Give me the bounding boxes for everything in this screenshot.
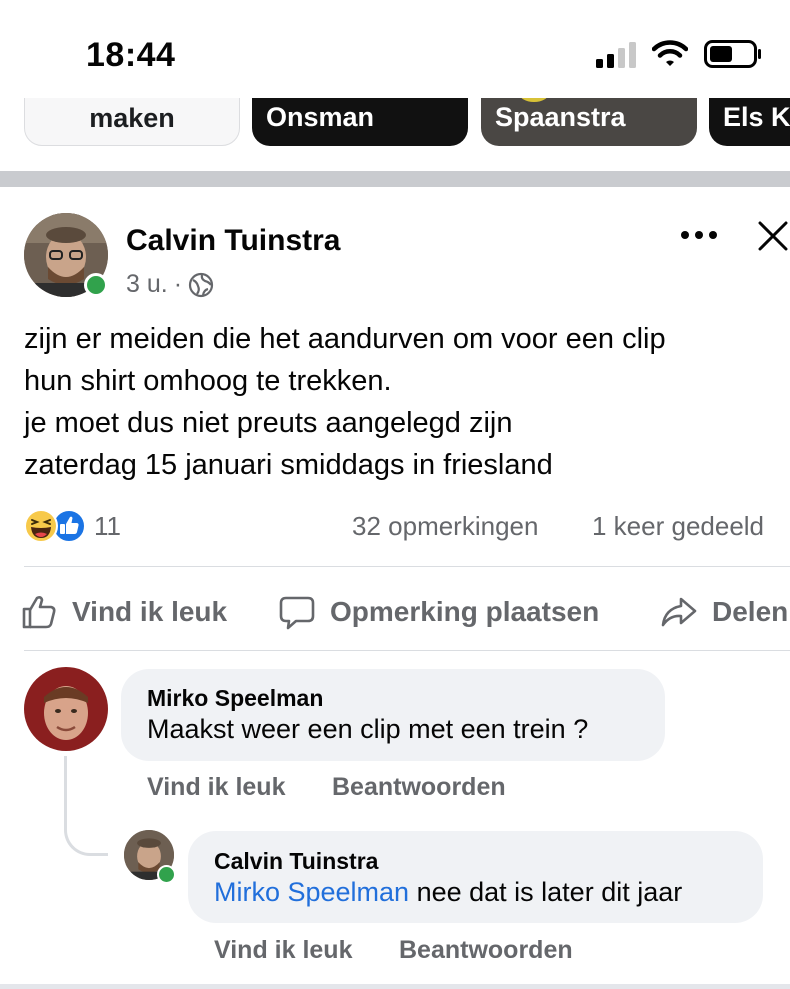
close-icon[interactable]: [757, 220, 789, 252]
comment-text-body: nee dat is later dit jaar: [409, 877, 683, 907]
story-create-card[interactable]: maken: [24, 98, 240, 146]
comments-count[interactable]: 32 opmerkingen: [352, 511, 538, 542]
cellular-signal-icon: [596, 42, 636, 68]
comment-label: Opmerking plaatsen: [330, 596, 600, 627]
reaction-count: 11: [94, 510, 121, 541]
story-label: maken: [89, 103, 175, 133]
post-text-line: zaterdag 15 januari smiddags in frieslan…: [24, 449, 553, 481]
post-meta: 3 u. ·: [126, 270, 214, 299]
wifi-icon: [652, 40, 688, 66]
comment-like-button[interactable]: Vind ik leuk: [147, 773, 285, 802]
battery-icon: [704, 40, 761, 68]
shares-count[interactable]: 1 keer gedeeld: [592, 511, 764, 542]
divider: [24, 566, 790, 567]
avatar-image: [24, 667, 108, 751]
more-icon[interactable]: [680, 228, 718, 242]
story-card[interactable]: Spaanstra: [481, 98, 697, 146]
thumbs-up-icon: [22, 596, 56, 629]
post-author[interactable]: Calvin Tuinstra: [126, 224, 340, 258]
stories-strip: maken Onsman Spaanstra Els Ki: [0, 98, 790, 148]
comment-author[interactable]: Calvin Tuinstra: [214, 848, 378, 875]
comment-author[interactable]: Mirko Speelman: [147, 685, 323, 712]
comment-like-button[interactable]: Vind ik leuk: [214, 936, 352, 965]
share-label: Delen: [712, 596, 789, 627]
meta-separator: ·: [173, 270, 183, 298]
comment-icon: [279, 596, 315, 630]
mention-link[interactable]: Mirko Speelman: [214, 877, 409, 907]
status-time: 18:44: [86, 36, 176, 74]
status-bar: 18:44: [0, 0, 790, 98]
reply-thread-line: [64, 756, 108, 856]
comment-reply-button[interactable]: Beantwoorden: [399, 936, 573, 965]
commenter-avatar[interactable]: [24, 667, 108, 751]
divider: [24, 650, 790, 651]
story-label: Onsman: [266, 102, 375, 132]
like-label: Vind ik leuk: [72, 596, 228, 627]
comment-text: Mirko Speelman nee dat is later dit jaar: [214, 877, 682, 908]
share-button[interactable]: Delen: [660, 590, 788, 634]
post-text-line: zijn er meiden die het aandurven om voor…: [24, 323, 666, 355]
globe-icon: [188, 272, 214, 297]
online-indicator: [157, 865, 176, 884]
next-comment-edge: [0, 984, 790, 989]
like-button[interactable]: Vind ik leuk: [20, 590, 227, 634]
haha-icon: [24, 509, 58, 543]
post-time[interactable]: 3 u.: [126, 270, 168, 299]
post-text-line: je moet dus niet preuts aangelegd zijn: [24, 407, 513, 439]
comment-reply-button[interactable]: Beantwoorden: [332, 773, 506, 802]
post-text: zijn er meiden die het aandurven om voor…: [24, 318, 784, 486]
post-text-line: hun shirt omhoog te trekken.: [24, 365, 392, 397]
reaction-summary[interactable]: 11: [24, 508, 121, 544]
feed-separator: [0, 171, 790, 187]
story-card[interactable]: Els Ki: [709, 98, 790, 146]
share-icon: [661, 597, 697, 627]
story-label: Spaanstra: [495, 102, 626, 132]
comment-button[interactable]: Opmerking plaatsen: [278, 590, 599, 634]
story-label: Els Ki: [723, 102, 790, 132]
comment-text: Maakst weer een clip met een trein ?: [147, 714, 589, 744]
story-card[interactable]: Onsman: [252, 98, 468, 146]
online-indicator: [84, 273, 108, 297]
